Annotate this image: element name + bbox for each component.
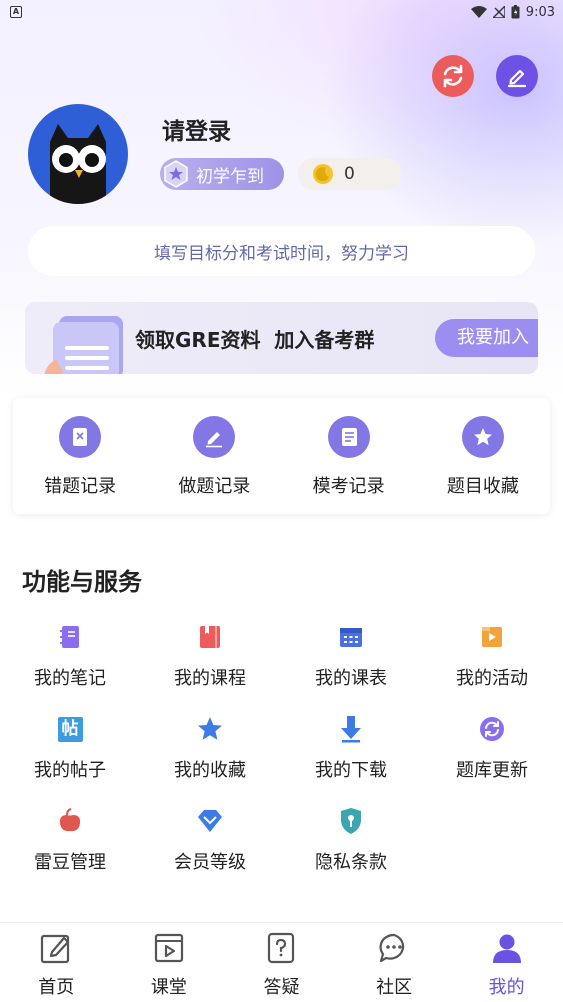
status-time: 9:03 (525, 4, 555, 20)
status-bar: A 9:03 (0, 0, 563, 24)
refresh-icon (443, 64, 463, 88)
battery-icon (511, 5, 520, 19)
rec-label: 模考记录 (312, 476, 385, 497)
wifi-icon (470, 6, 487, 18)
rec-label: 题目收藏 (446, 476, 519, 497)
privacy-policy-item[interactable]: 隐私条款 (281, 806, 421, 874)
study-group-banner[interactable]: 领取GRE资料 加入备考群 我要加入 (25, 302, 538, 374)
mock-exam-icon (327, 416, 370, 458)
section-title: 功能与服务 (22, 568, 142, 596)
banner-title: 领取GRE资料 加入备考群 (135, 328, 375, 352)
coin-badge[interactable]: 0 (298, 158, 402, 190)
my-courses-item[interactable]: 我的课程 (140, 622, 280, 690)
star-icon (195, 714, 225, 744)
svc-label: 我的活动 (456, 668, 528, 689)
svc-label: 题库更新 (456, 760, 528, 781)
bottom-nav: 首页 课堂 答疑 社区 我的 (0, 922, 563, 1002)
my-downloads-item[interactable]: 我的下载 (281, 714, 421, 782)
nav-label: 课堂 (150, 977, 187, 998)
post-icon: 帖 (55, 714, 85, 744)
wrong-questions-icon (59, 416, 102, 458)
records-card: 错题记录 做题记录 模考记录 题目收藏 (13, 398, 550, 514)
my-favorites-item[interactable]: 我的收藏 (140, 714, 280, 782)
nav-home[interactable]: 首页 (0, 923, 113, 1002)
bean-management-item[interactable]: 雷豆管理 (0, 806, 140, 874)
svc-label: 雷豆管理 (34, 852, 106, 873)
nav-label: 答疑 (263, 977, 300, 998)
favorites-record[interactable]: 题目收藏 (416, 398, 550, 514)
owl-avatar-icon (50, 124, 106, 204)
practice-record[interactable]: 做题记录 (147, 398, 281, 514)
course-book-icon (195, 622, 225, 652)
question-icon (264, 931, 298, 965)
bean-icon (55, 806, 85, 836)
avatar[interactable] (28, 104, 128, 204)
nav-label: 我的 (488, 977, 525, 998)
calendar-icon (336, 622, 366, 652)
sync-button[interactable] (432, 55, 474, 97)
svc-label: 我的下载 (315, 760, 387, 781)
svc-label: 我的笔记 (34, 668, 106, 689)
rec-label: 错题记录 (44, 476, 117, 497)
level-badge[interactable]: 初学乍到 (160, 158, 284, 190)
no-signal-icon (492, 6, 505, 18)
activity-icon (477, 622, 507, 652)
document-illustration-icon (44, 316, 123, 374)
goal-setting-button[interactable]: 填写目标分和考试时间，努力学习 (28, 226, 535, 276)
my-schedule-item[interactable]: 我的课表 (281, 622, 421, 690)
post-glyph: 帖 (57, 716, 83, 742)
coin-icon (313, 164, 333, 184)
nav-classroom[interactable]: 课堂 (113, 923, 226, 1002)
nav-label: 社区 (376, 977, 413, 998)
svc-label: 我的帖子 (34, 760, 106, 781)
svc-label: 我的课表 (315, 668, 387, 689)
home-edit-icon (39, 931, 73, 965)
my-notes-item[interactable]: 我的笔记 (0, 622, 140, 690)
nav-label: 首页 (38, 977, 75, 998)
practice-icon (193, 416, 236, 458)
privacy-shield-icon (336, 806, 366, 836)
classroom-icon (152, 931, 186, 965)
level-label: 初学乍到 (196, 166, 264, 187)
community-icon (377, 931, 411, 965)
membership-level-item[interactable]: 会员等级 (140, 806, 280, 874)
profile-icon (490, 931, 524, 965)
coin-count: 0 (344, 164, 355, 184)
rec-label: 做题记录 (178, 476, 251, 497)
svc-label: 我的收藏 (174, 760, 246, 781)
question-bank-update-item[interactable]: 题库更新 (422, 714, 562, 782)
level-star-icon (160, 158, 192, 190)
notebook-icon (55, 622, 85, 652)
diamond-icon (195, 806, 225, 836)
nav-community[interactable]: 社区 (338, 923, 451, 1002)
my-activities-item[interactable]: 我的活动 (422, 622, 562, 690)
svc-label: 会员等级 (174, 852, 246, 873)
login-prompt[interactable]: 请登录 (162, 112, 231, 146)
nav-qa[interactable]: 答疑 (225, 923, 338, 1002)
pencil-icon (507, 69, 527, 88)
notification-icon: A (10, 6, 22, 18)
mock-exam-record[interactable]: 模考记录 (282, 398, 416, 514)
svc-label: 我的课程 (174, 668, 246, 689)
svc-label: 隐私条款 (315, 852, 387, 873)
nav-profile[interactable]: 我的 (450, 923, 563, 1002)
my-posts-item[interactable]: 帖 我的帖子 (0, 714, 140, 782)
edit-profile-button[interactable] (496, 55, 538, 97)
star-icon (461, 416, 504, 458)
goal-prompt: 填写目标分和考试时间，努力学习 (154, 243, 409, 264)
join-group-button[interactable]: 我要加入 (435, 319, 538, 357)
wrong-questions-record[interactable]: 错题记录 (13, 398, 147, 514)
download-icon (336, 714, 366, 744)
refresh-icon (477, 714, 507, 744)
